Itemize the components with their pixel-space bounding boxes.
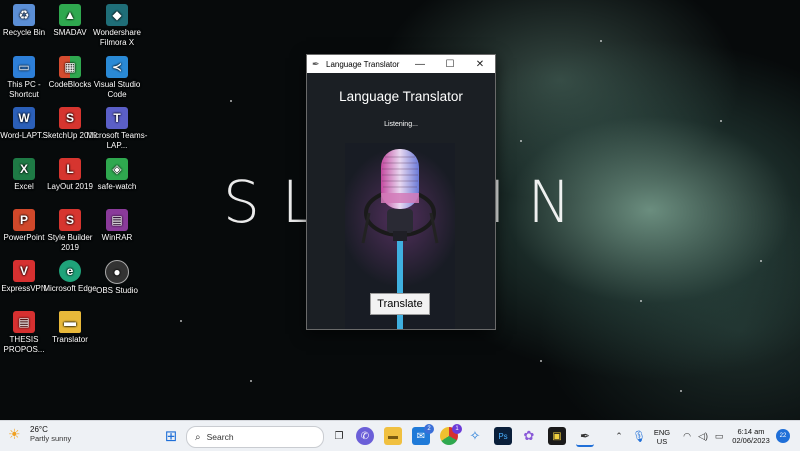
- desktop-icon-filmora[interactable]: ◆ Wondershare Filmora X: [86, 4, 148, 48]
- microphone-tray-icon[interactable]: 🎙: [630, 427, 648, 445]
- weather-widget[interactable]: ☀ 26°C Partly sunny: [8, 425, 71, 443]
- sketchup-icon: S: [59, 107, 81, 129]
- language-code: ENG: [653, 428, 671, 437]
- layout-icon: L: [59, 158, 81, 180]
- this-pc-icon: ▭: [13, 56, 35, 78]
- close-button[interactable]: ✕: [465, 55, 495, 73]
- desktop-icon-label: Translator: [52, 335, 88, 344]
- desktop-icon-vscode[interactable]: ≺ Visual Studio Code: [86, 56, 148, 100]
- minimize-button[interactable]: —: [405, 55, 435, 73]
- teams-chat-icon[interactable]: ✆: [356, 427, 374, 445]
- maximize-button[interactable]: ☐: [435, 55, 465, 73]
- feather-icon: ✒: [312, 58, 320, 69]
- powerpoint-icon: P: [13, 209, 35, 231]
- chevron-up-icon[interactable]: ⌃: [610, 427, 628, 445]
- folder-icon: ▬: [59, 311, 81, 333]
- weather-temperature: 26°C: [30, 425, 48, 434]
- recycle-bin-icon: ♻: [13, 4, 35, 26]
- copilot-icon[interactable]: ✿: [520, 427, 538, 445]
- chrome-icon[interactable]: 1: [440, 424, 462, 445]
- language-translator-window: ✒ Language Translator — ☐ ✕ Language Tra…: [306, 54, 496, 330]
- smadav-icon: ▲: [59, 4, 81, 26]
- battery-icon[interactable]: ▭: [710, 427, 728, 445]
- clock[interactable]: 6:14 am 02/06/2023: [728, 427, 774, 445]
- desktop-icon-label: Microsoft Teams-LAP...: [86, 131, 148, 150]
- pycharm-icon[interactable]: ▣: [548, 427, 566, 445]
- vscode-icon: ≺: [106, 56, 128, 78]
- weather-condition: Partly sunny: [30, 434, 72, 443]
- mail-icon[interactable]: ✉ 2: [412, 424, 434, 445]
- style-builder-icon: S: [59, 209, 81, 231]
- photoshop-icon[interactable]: Ps: [494, 427, 512, 445]
- desktop-icon-label: safe-watch: [97, 182, 137, 191]
- search-placeholder: Search: [206, 432, 234, 442]
- pdf-document-icon: ▤: [13, 311, 35, 333]
- clock-time: 6:14 am: [737, 427, 765, 436]
- language-indicator[interactable]: ENG US: [650, 428, 674, 446]
- expressvpn-icon: V: [13, 260, 35, 282]
- desktop-icon-label: Visual Studio Code: [93, 80, 141, 99]
- filmora-icon: ◆: [106, 4, 128, 26]
- desktop-icon-obs[interactable]: ● OBS Studio: [86, 260, 148, 296]
- feather-app-icon[interactable]: ✒: [576, 427, 594, 447]
- status-text: Listening...: [384, 121, 418, 128]
- windows-start-icon[interactable]: ⊞: [162, 427, 180, 445]
- translate-button[interactable]: Translate: [370, 293, 430, 315]
- desktop: SLY RIN DO W SARY ♻ Recycle Bin ▲ SMADAV…: [0, 0, 800, 420]
- desktop-icon-label: Wondershare Filmora X: [93, 28, 141, 47]
- desktop-icon-winrar[interactable]: ▤ WinRAR: [86, 209, 148, 243]
- language-region: US: [656, 437, 668, 446]
- codeblocks-icon: ▦: [59, 56, 81, 78]
- obs-icon: ●: [105, 260, 129, 284]
- window-title: Language Translator: [326, 59, 400, 69]
- taskbar: ☀ 26°C Partly sunny ⊞ ⌕ Search ❐ ✆ ▬ ✉ 2…: [0, 420, 800, 451]
- winrar-icon: ▤: [106, 209, 128, 231]
- desktop-icon-label: OBS Studio: [96, 286, 138, 295]
- desktop-icon-label: WinRAR: [101, 233, 133, 242]
- search-icon: ⌕: [195, 431, 201, 443]
- window-titlebar[interactable]: ✒ Language Translator — ☐ ✕: [307, 55, 495, 73]
- safe-watch-icon: ◈: [106, 158, 128, 180]
- edge-icon: e: [59, 260, 81, 282]
- store-icon[interactable]: ✧: [466, 427, 484, 445]
- word-icon: W: [13, 107, 35, 129]
- desktop-icon-translator[interactable]: ▬ Translator: [39, 311, 101, 345]
- taskbar-search[interactable]: ⌕ Search: [186, 426, 324, 448]
- app-heading: Language Translator: [339, 89, 463, 104]
- mail-badge: 2: [424, 424, 434, 434]
- partly-sunny-icon: ☀: [8, 426, 21, 442]
- task-view-icon[interactable]: ❐: [330, 427, 348, 445]
- chrome-badge: 1: [452, 424, 462, 434]
- desktop-icon-safe-watch[interactable]: ◈ safe-watch: [86, 158, 148, 192]
- excel-icon: X: [13, 158, 35, 180]
- desktop-icon-teams[interactable]: T Microsoft Teams-LAP...: [86, 107, 148, 151]
- notification-badge[interactable]: 22: [776, 429, 790, 443]
- clock-date: 02/06/2023: [732, 436, 770, 445]
- teams-icon: T: [106, 107, 128, 129]
- file-explorer-icon[interactable]: ▬: [384, 427, 402, 445]
